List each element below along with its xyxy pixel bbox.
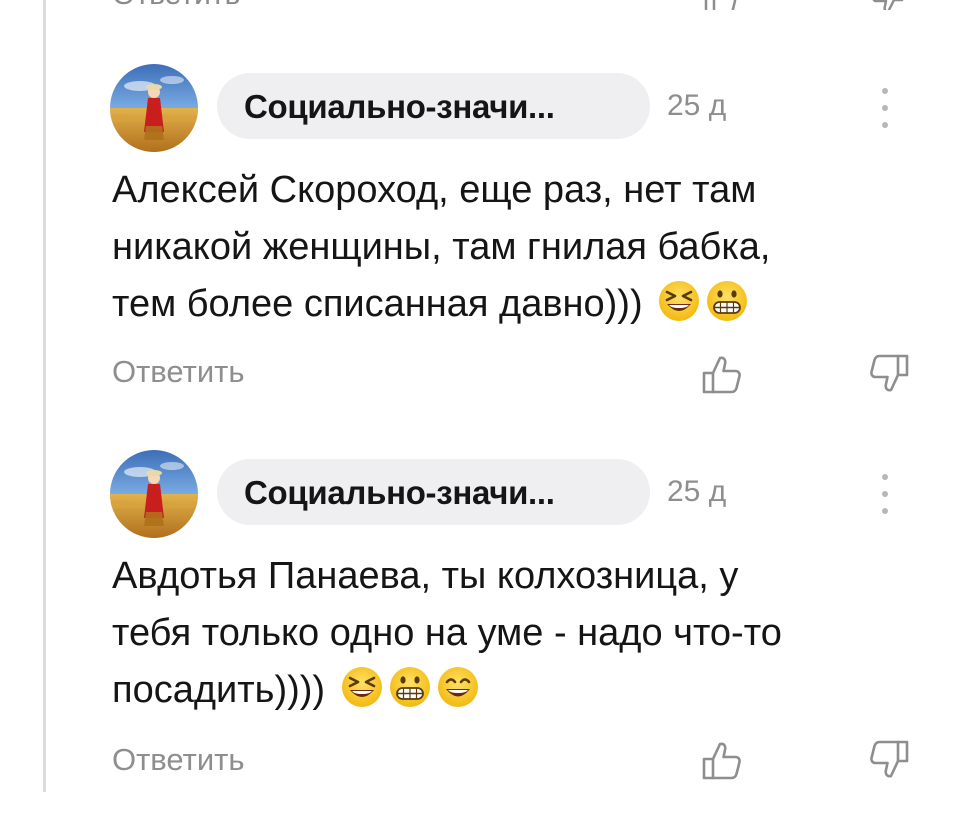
comment-line-last: тем более списанная давно)))	[112, 276, 912, 333]
smiling-face-icon	[437, 667, 478, 707]
grimacing-face-icon	[707, 281, 748, 321]
like-icon[interactable]	[700, 737, 746, 783]
comment-time: 25 д	[667, 89, 727, 122]
dislike-icon[interactable]	[865, 737, 911, 783]
comment-line: никакой женщины, там гнилая бабка,	[112, 226, 771, 268]
comment-text: Алексей Скороход, еще раз, нет там никак…	[112, 162, 912, 333]
comment-line: Алексей Скороход, еще раз, нет там	[112, 169, 757, 211]
avatar[interactable]	[110, 450, 198, 538]
grimacing-face-icon	[389, 667, 430, 707]
more-dot-icon	[882, 508, 888, 514]
more-dot-icon	[882, 88, 888, 94]
comment-line-last: посадить))))	[112, 662, 912, 719]
comment: Социально-значи... 25 д Авдотья Панаева,…	[0, 448, 972, 788]
avatar[interactable]	[110, 64, 198, 152]
avatar-image	[110, 450, 198, 538]
more-options-button[interactable]	[872, 88, 898, 128]
comment-line-text: посадить))))	[112, 669, 326, 711]
reply-button[interactable]: Ответить	[112, 0, 240, 10]
dislike-icon[interactable]	[865, 351, 911, 397]
more-options-button[interactable]	[872, 474, 898, 514]
comment-line: тебя только одно на уме - надо что-то	[112, 612, 782, 654]
like-icon[interactable]	[700, 0, 740, 10]
previous-comment-footer: Ответить ·	[0, 0, 972, 10]
avatar-image	[110, 64, 198, 152]
reply-button[interactable]: Ответить	[112, 742, 245, 778]
more-dot-icon	[882, 474, 888, 480]
author-name: Социально-значи...	[244, 474, 555, 511]
more-dot-icon	[882, 491, 888, 497]
more-dot-icon	[882, 122, 888, 128]
comment-text: Авдотья Панаева, ты колхозница, у тебя т…	[112, 548, 912, 719]
reply-button[interactable]: Ответить	[112, 354, 245, 390]
more-text: ·	[800, 0, 810, 10]
comment-line-text: тем более списанная давно)))	[112, 283, 643, 325]
like-icon[interactable]	[700, 351, 746, 397]
dislike-icon[interactable]	[868, 0, 908, 10]
author-name-pill[interactable]: Социально-значи...	[217, 73, 650, 139]
author-name: Социально-значи...	[244, 88, 555, 125]
more-dot-icon	[882, 105, 888, 111]
grinning-squinting-face-icon	[659, 281, 700, 321]
comment-time: 25 д	[667, 475, 727, 508]
comment-line: Авдотья Панаева, ты колхозница, у	[112, 555, 739, 597]
comment: Социально-значи... 25 д Алексей Скороход…	[0, 62, 972, 402]
grinning-squinting-face-icon	[341, 667, 382, 707]
author-name-pill[interactable]: Социально-значи...	[217, 459, 650, 525]
